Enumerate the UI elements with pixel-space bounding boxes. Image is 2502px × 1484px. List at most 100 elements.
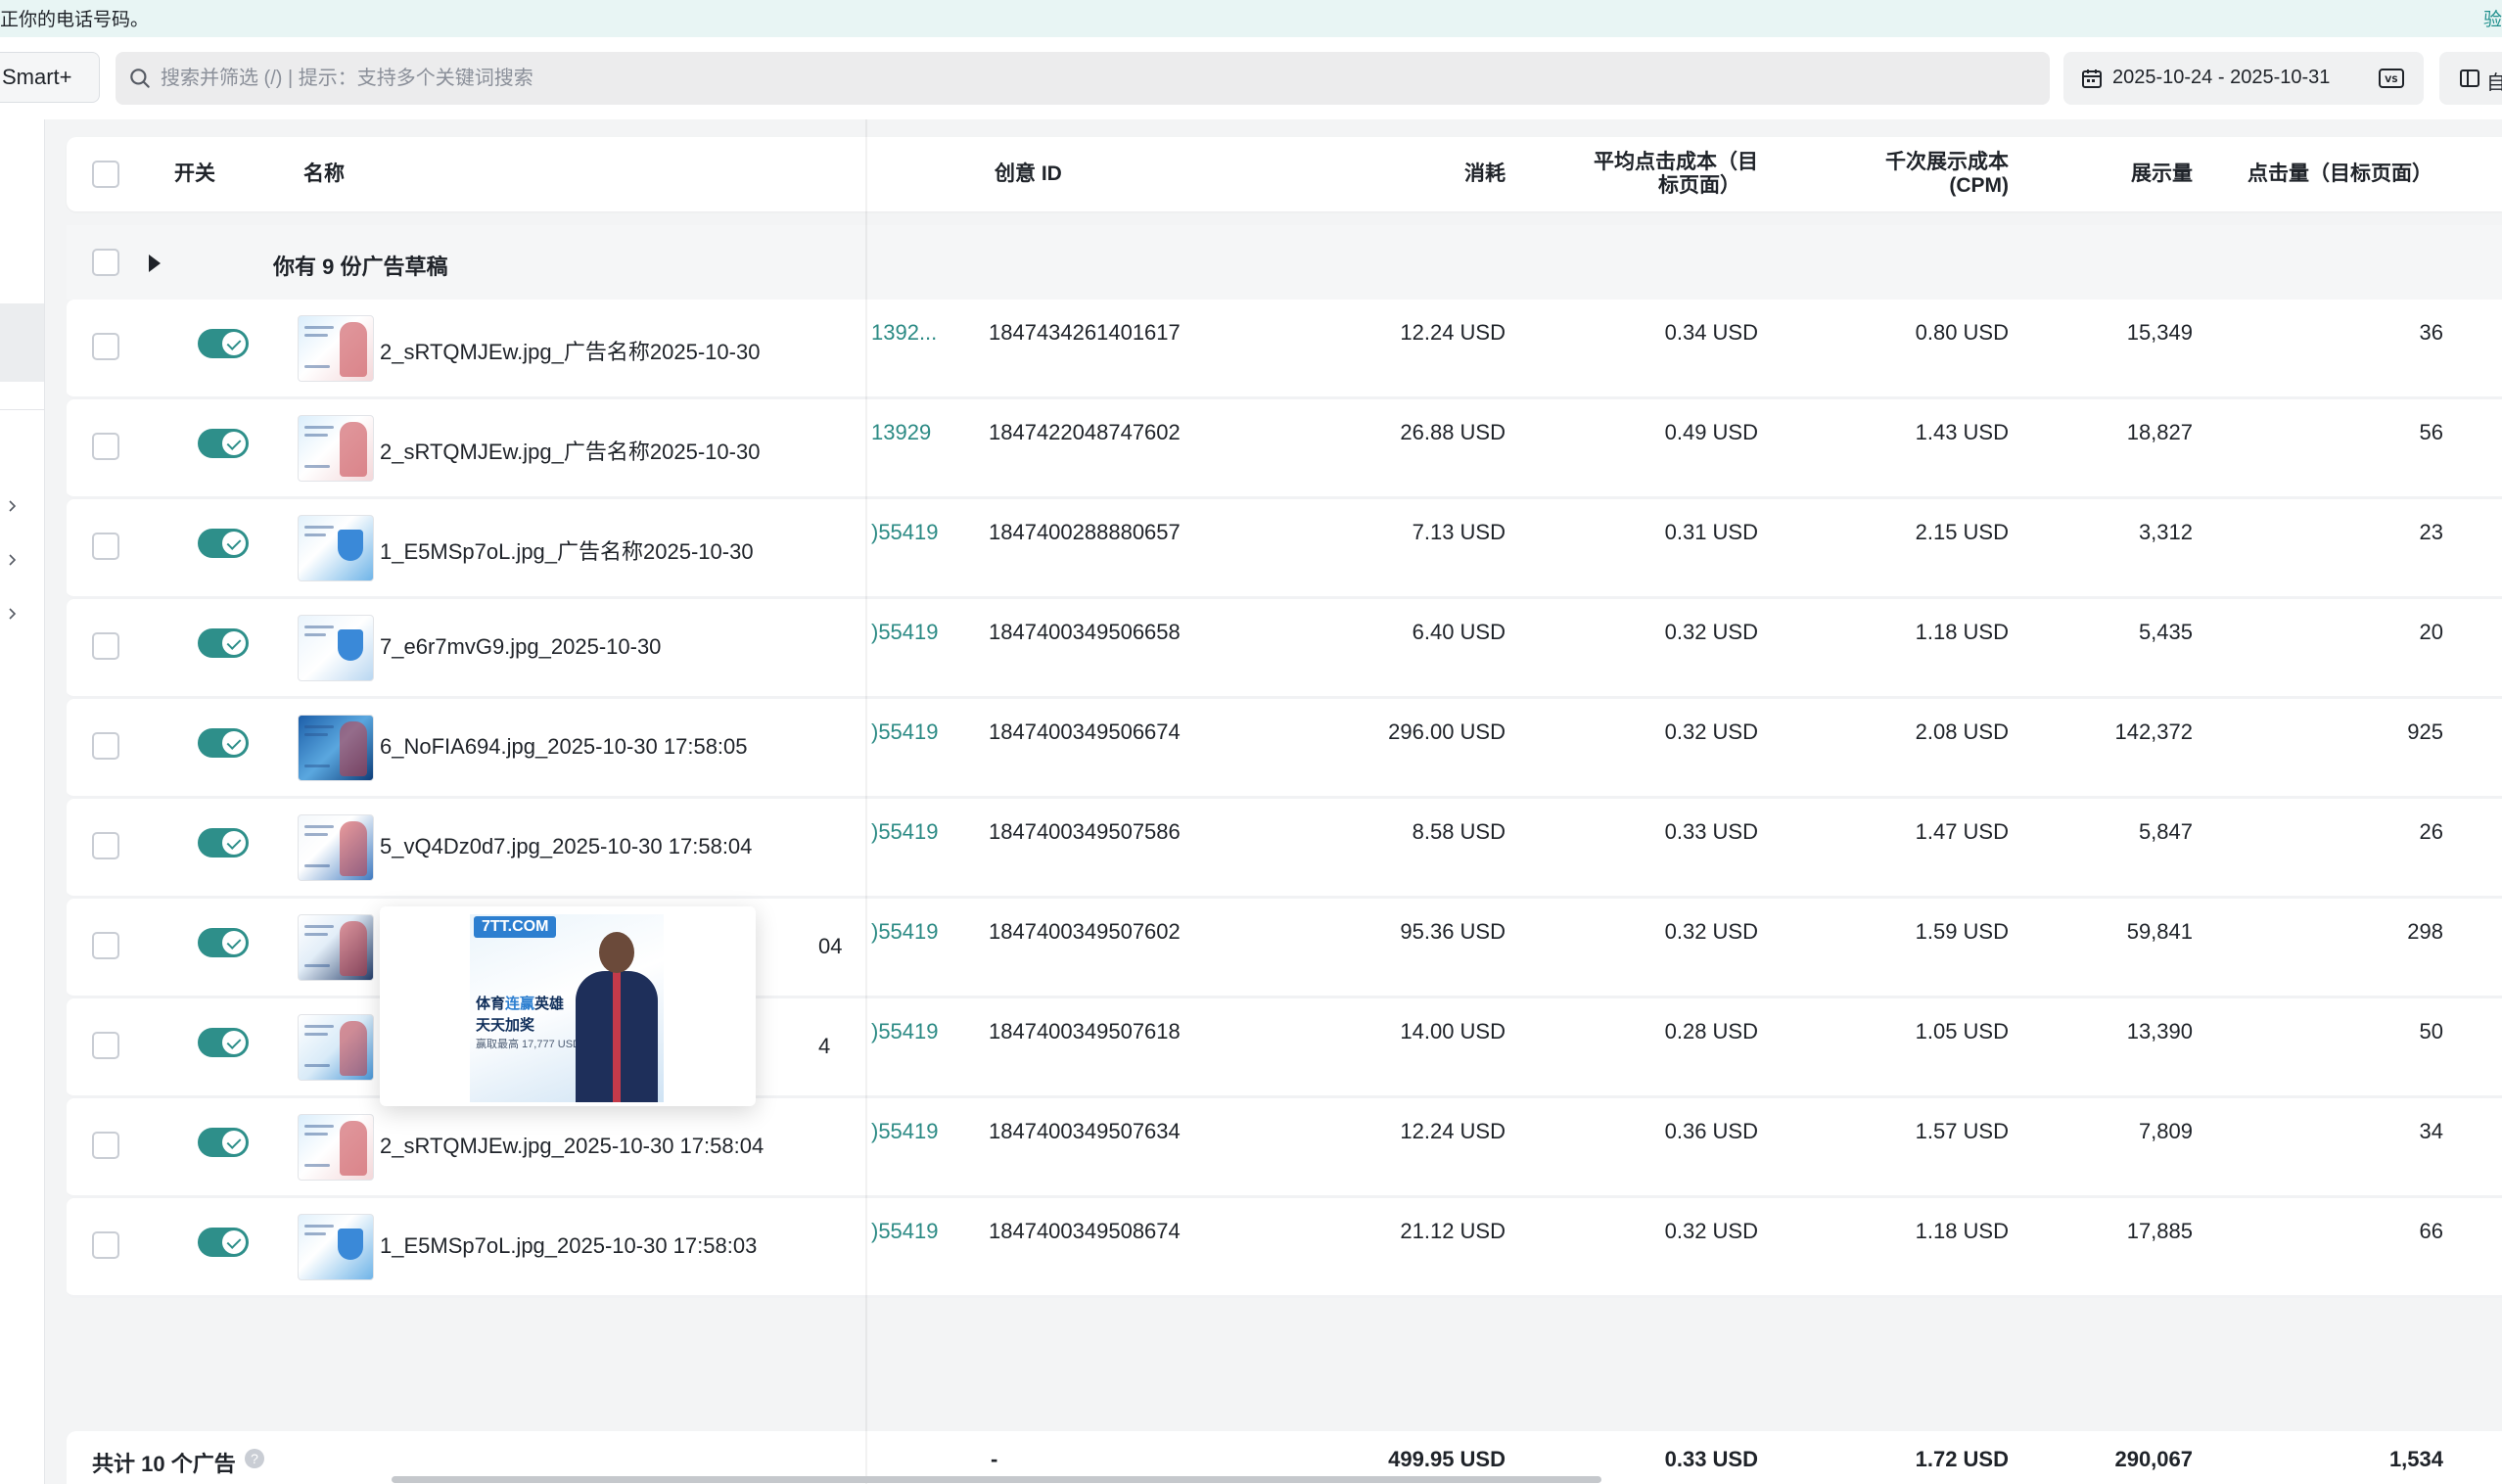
ad-name[interactable]: 4 xyxy=(818,1034,830,1059)
ad-group-ref[interactable]: )55419 xyxy=(871,1219,939,1244)
ad-name[interactable]: 1_E5MSp7oL.jpg_2025-10-30 17:58:03 xyxy=(380,1233,757,1259)
table-row[interactable]: 2_sRTQMJEw.jpg_广告名称2025-10-30 1392... 1847… xyxy=(67,300,2502,399)
chevron-right-icon[interactable] xyxy=(6,553,20,567)
total-ads-label: 共计 10 个广告 xyxy=(92,1452,236,1476)
row-select-checkbox[interactable] xyxy=(92,832,119,859)
header-spend[interactable]: 消耗 xyxy=(1290,162,1506,186)
ad-status-toggle[interactable] xyxy=(198,529,249,558)
ad-thumbnail[interactable] xyxy=(298,415,374,482)
row-select-checkbox[interactable] xyxy=(92,333,119,360)
ad-name[interactable]: 7_e6r7mvG9.jpg_2025-10-30 xyxy=(380,634,661,660)
chevron-right-icon[interactable] xyxy=(6,499,20,513)
spend: 296.00 USD xyxy=(1388,719,1506,744)
ad-group-ref[interactable]: )55419 xyxy=(871,620,939,645)
chevron-right-icon[interactable] xyxy=(6,607,20,621)
banner-verify-link[interactable]: 验 xyxy=(2483,5,2502,31)
row-select-checkbox[interactable] xyxy=(92,1132,119,1159)
check-icon xyxy=(222,631,246,655)
ad-thumbnail[interactable] xyxy=(298,715,374,781)
ad-status-toggle[interactable] xyxy=(198,1128,249,1157)
ad-status-toggle[interactable] xyxy=(198,329,249,358)
ad-status-toggle[interactable] xyxy=(198,928,249,957)
ad-name[interactable]: 2_sRTQMJEw.jpg_2025-10-30 17:58:04 xyxy=(380,1134,764,1159)
ad-name[interactable]: 2_sRTQMJEw.jpg_广告名称2025-10-30 xyxy=(380,335,760,366)
ad-group-ref[interactable]: )55419 xyxy=(871,719,939,745)
ad-thumbnail[interactable] xyxy=(298,1214,374,1280)
check-icon xyxy=(222,831,246,855)
date-range-picker[interactable]: 2025-10-24 - 2025-10-31 VS xyxy=(2063,52,2424,105)
creative-id: 1847400349507634 xyxy=(989,1119,1181,1143)
ad-name[interactable]: 1_E5MSp7oL.jpg_广告名称2025-10-30 xyxy=(380,534,754,566)
ad-group-ref[interactable]: )55419 xyxy=(871,520,939,545)
ad-name[interactable]: 5_vQ4Dz0d7.jpg_2025-10-30 17:58:04 xyxy=(380,834,752,859)
header-cpc[interactable]: 平均点击成本（目 标页面） xyxy=(1515,151,1758,198)
ad-thumbnail[interactable] xyxy=(298,1014,374,1081)
table-row[interactable]: 6_NoFIA694.jpg_2025-10-30 17:58:05 )55419… xyxy=(67,699,2502,799)
impressions: 18,827 xyxy=(2126,420,2193,444)
ad-name[interactable]: 6_NoFIA694.jpg_2025-10-30 17:58:05 xyxy=(380,734,748,760)
row-select-checkbox[interactable] xyxy=(92,932,119,959)
ad-thumbnail[interactable] xyxy=(298,914,374,981)
ad-group-ref[interactable]: )55419 xyxy=(871,819,939,845)
table-row[interactable]: 2_sRTQMJEw.jpg_2025-10-30 17:58:04 )55419… xyxy=(67,1098,2502,1198)
preview-headline-2: 天天加奖 xyxy=(476,1017,535,1034)
table-row[interactable]: 5_vQ4Dz0d7.jpg_2025-10-30 17:58:04 )55419… xyxy=(67,799,2502,899)
ad-group-ref[interactable]: 1392... xyxy=(871,320,937,346)
ad-thumbnail[interactable] xyxy=(298,615,374,681)
row-select-checkbox[interactable] xyxy=(92,433,119,460)
table-row[interactable]: 7_e6r7mvG9.jpg_2025-10-30 )55419 184740034… xyxy=(67,599,2502,699)
clicks: 36 xyxy=(2419,320,2443,345)
row-select-checkbox[interactable] xyxy=(92,1231,119,1259)
table-row[interactable]: 1_E5MSp7oL.jpg_广告名称2025-10-30)55419 18474… xyxy=(67,499,2502,599)
search-box[interactable] xyxy=(116,52,2050,105)
header-impressions[interactable]: 展示量 xyxy=(2024,162,2193,186)
caret-right-icon[interactable] xyxy=(149,255,161,272)
search-input[interactable] xyxy=(161,52,2020,105)
header-creative-id[interactable]: 创意 ID xyxy=(995,162,1062,186)
preview-headline-suffix: 英雄 xyxy=(534,996,565,1012)
ad-name[interactable]: 04 xyxy=(818,934,842,959)
table-row[interactable]: 1_E5MSp7oL.jpg_2025-10-30 17:58:03 )55419… xyxy=(67,1198,2502,1298)
header-clicks[interactable]: 点击量（目标页面） xyxy=(2247,162,2432,186)
draft-select-checkbox[interactable] xyxy=(92,249,119,276)
header-toggle[interactable]: 开关 xyxy=(174,162,215,186)
smart-plus-button[interactable]: Smart+ xyxy=(0,52,100,103)
vs-icon[interactable]: VS xyxy=(2379,68,2404,89)
ad-thumbnail[interactable] xyxy=(298,515,374,581)
row-select-checkbox[interactable] xyxy=(92,632,119,660)
ad-thumbnail[interactable] xyxy=(298,315,374,382)
search-icon xyxy=(130,69,150,88)
columns-button[interactable]: 自 xyxy=(2439,52,2502,105)
ad-status-toggle[interactable] xyxy=(198,728,249,758)
row-select-checkbox[interactable] xyxy=(92,1032,119,1059)
ad-status-toggle[interactable] xyxy=(198,429,249,458)
ad-thumbnail[interactable] xyxy=(298,814,374,881)
row-select-checkbox[interactable] xyxy=(92,533,119,560)
row-select-checkbox[interactable] xyxy=(92,732,119,760)
header-cpm[interactable]: 千次展示成本 (CPM) xyxy=(1760,151,2009,198)
ad-thumbnail[interactable] xyxy=(298,1114,374,1181)
ad-group-ref[interactable]: )55419 xyxy=(871,1019,939,1044)
ad-group-ref[interactable]: )55419 xyxy=(871,1119,939,1144)
ad-name[interactable]: 2_sRTQMJEw.jpg_广告名称2025-10-30 xyxy=(380,435,760,466)
select-all-checkbox[interactable] xyxy=(92,161,119,188)
header-name[interactable]: 名称 xyxy=(303,162,345,186)
ad-group-ref[interactable]: )55419 xyxy=(871,919,939,945)
ad-status-toggle[interactable] xyxy=(198,1228,249,1257)
horizontal-scrollbar[interactable] xyxy=(392,1476,1601,1483)
creative-id: 1847400349506658 xyxy=(989,620,1181,644)
avg-cpc: 0.28 USD xyxy=(1664,1019,1758,1043)
cpm: 2.15 USD xyxy=(1915,520,2009,544)
table-row[interactable]: 2_sRTQMJEw.jpg_广告名称2025-10-30 13929 184742… xyxy=(67,399,2502,499)
preview-headline-prefix: 体育 xyxy=(476,996,506,1012)
draft-ads-row[interactable]: 你有 9 份广告草稿 xyxy=(67,225,2502,300)
ad-status-toggle[interactable] xyxy=(198,628,249,658)
ad-status-toggle[interactable] xyxy=(198,1028,249,1057)
help-icon[interactable]: ? xyxy=(245,1449,264,1468)
left-nav-selected-item[interactable] xyxy=(0,303,44,382)
ad-status-toggle[interactable] xyxy=(198,828,249,858)
ad-group-ref[interactable]: 13929 xyxy=(871,420,931,445)
table-header: 开关 名称 创意 ID 消耗 平均点击成本（目 标页面） 千次展示成本 (CPM… xyxy=(67,137,2502,211)
avg-cpc: 0.32 USD xyxy=(1664,1219,1758,1243)
spend: 12.24 USD xyxy=(1400,1119,1506,1143)
